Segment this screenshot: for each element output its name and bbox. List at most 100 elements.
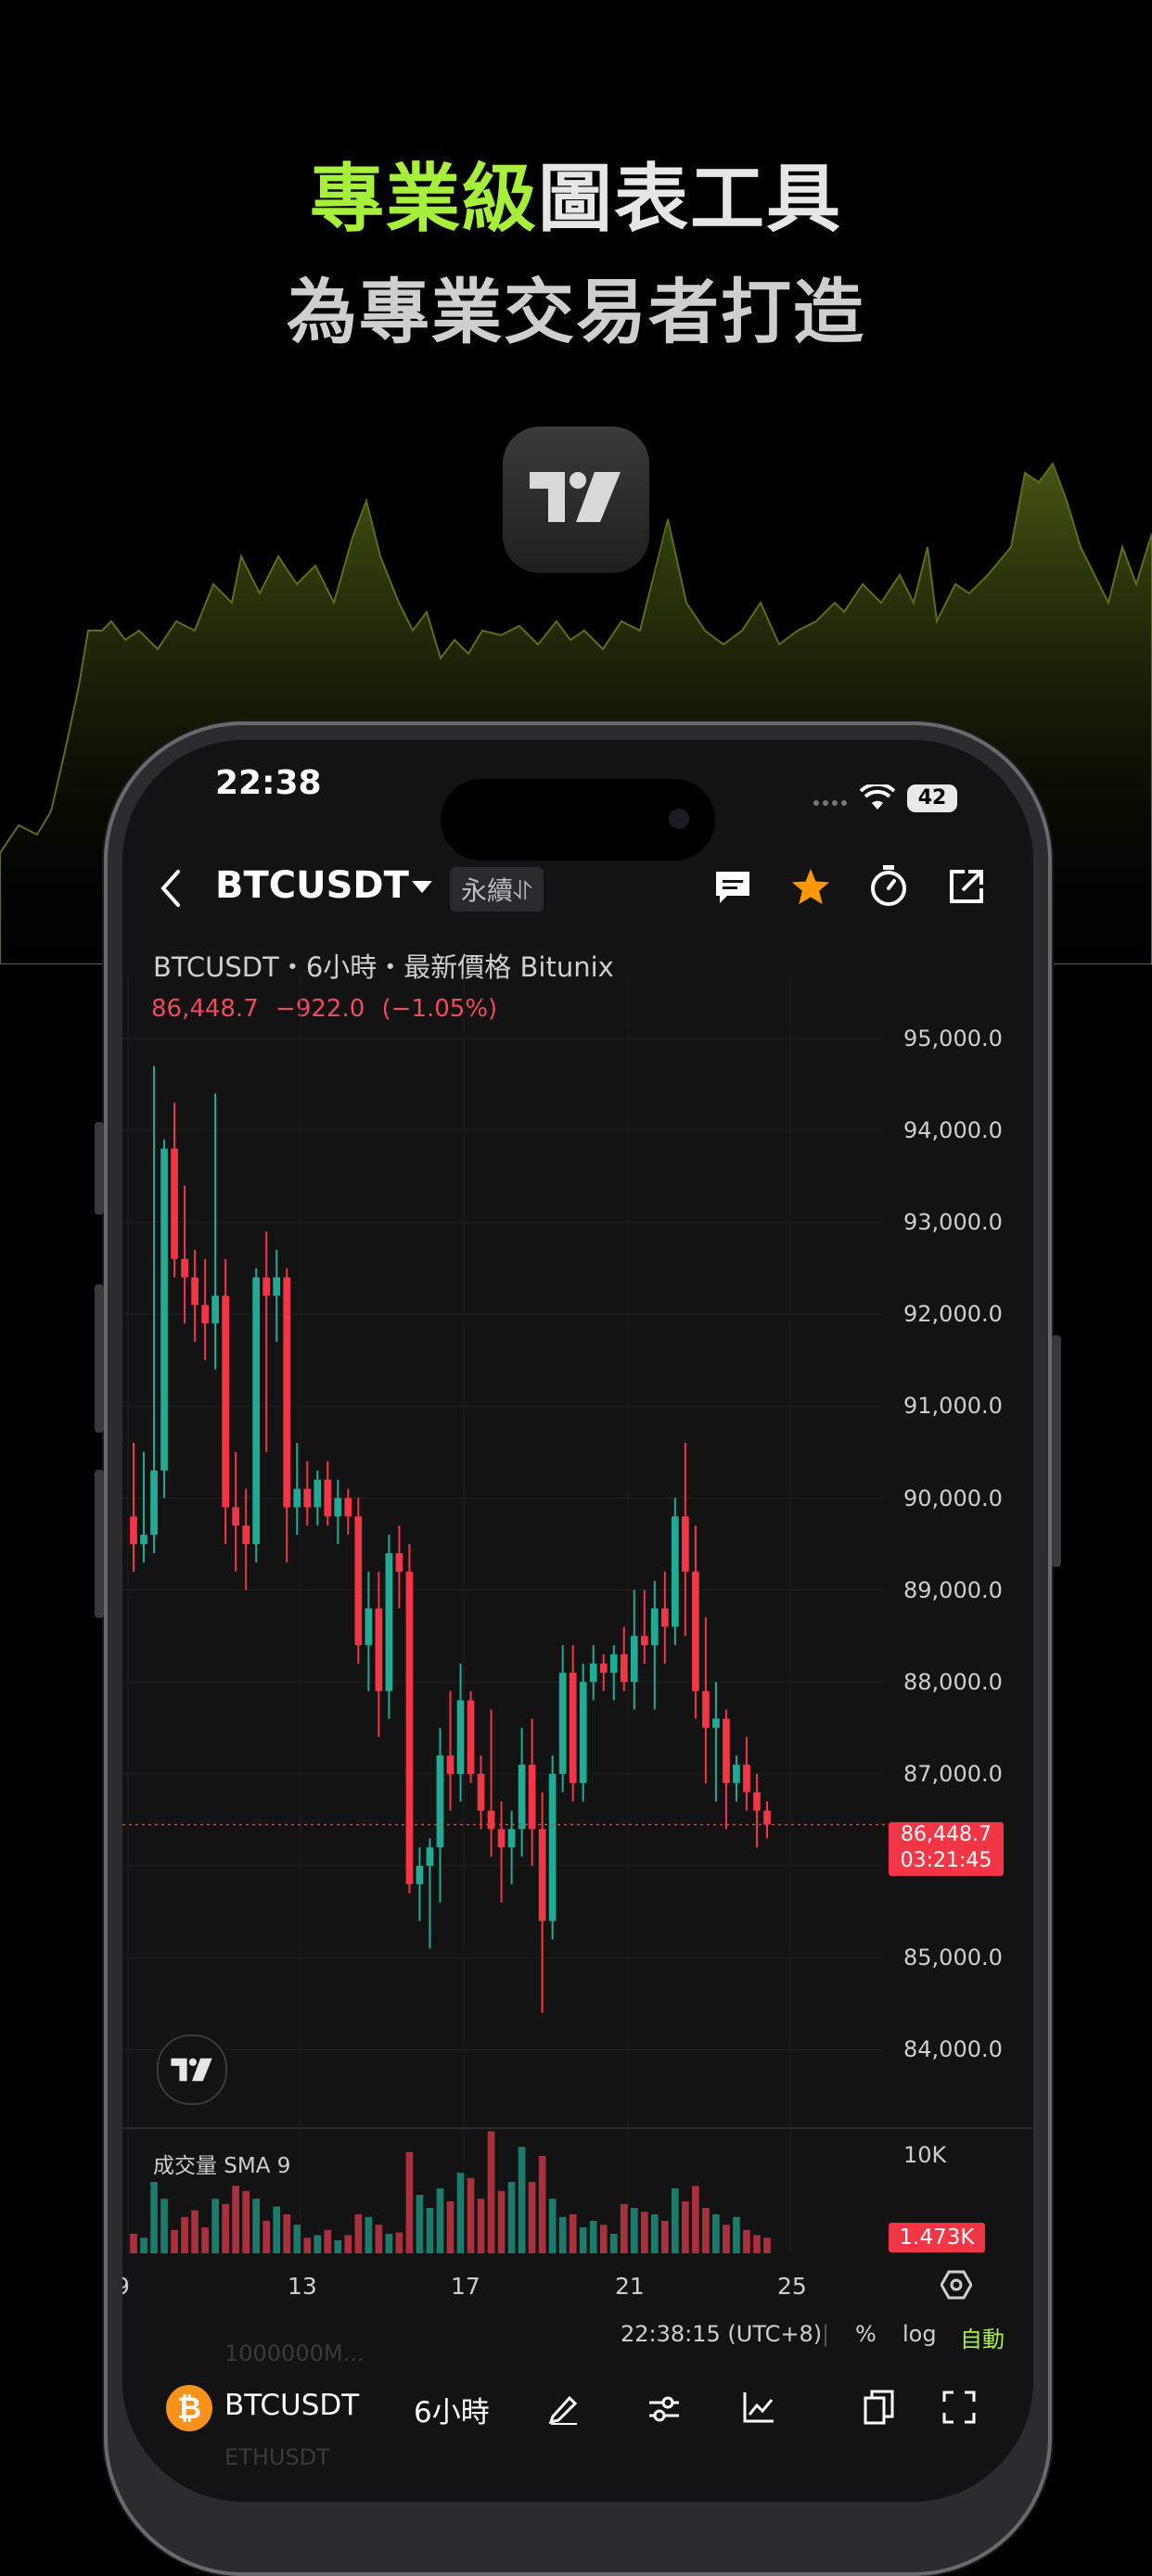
- last-price-tag-value: 86,448.7: [901, 1823, 992, 1846]
- candle-body: [191, 1277, 198, 1306]
- volume-bar: [477, 2199, 485, 2253]
- price-axis-label: 92,000.0: [903, 1301, 1003, 1328]
- candle-body: [354, 1516, 363, 1646]
- candle-body: [528, 1765, 536, 1830]
- volume-bar: [191, 2210, 198, 2253]
- volume-bar: [293, 2225, 301, 2253]
- volume-bar: [201, 2227, 209, 2253]
- candle-body: [558, 1672, 567, 1774]
- indicator-settings-icon[interactable]: [647, 2394, 681, 2424]
- time-axis-label: 25: [777, 2273, 807, 2300]
- candle-body: [130, 1516, 137, 1545]
- settings-icon[interactable]: [941, 2270, 972, 2300]
- volume-bar: [507, 2182, 516, 2253]
- price-axis-label: 88,000.0: [903, 1668, 1003, 1695]
- candle-body: [712, 1718, 720, 1728]
- volume-bar: [682, 2201, 689, 2253]
- candle-body: [620, 1654, 628, 1682]
- candle-body: [538, 1829, 546, 1921]
- candle-body: [283, 1277, 291, 1508]
- headline-accent: 專業級: [310, 156, 538, 242]
- volume-bar: [354, 2214, 363, 2253]
- price-axis-label: 90,000.0: [903, 1485, 1003, 1511]
- volume-bar: [702, 2208, 710, 2253]
- volume-bar: [712, 2214, 720, 2253]
- volume-bar: [487, 2131, 495, 2253]
- bottom-symbol[interactable]: BTCUSDT: [224, 2389, 359, 2422]
- volume-bar: [733, 2216, 740, 2253]
- candle-body: [671, 1516, 679, 1627]
- candle-body: [365, 1608, 373, 1646]
- fullscreen-icon[interactable]: [942, 2391, 976, 2424]
- candle-body: [262, 1277, 271, 1296]
- candle-body: [344, 1498, 352, 1517]
- candle-body: [160, 1148, 168, 1471]
- volume-bar: [211, 2199, 219, 2253]
- volume-bar: [334, 2240, 342, 2253]
- copy-layout-icon[interactable]: [863, 2389, 896, 2426]
- candle-body: [303, 1488, 312, 1508]
- volume-bar: [365, 2216, 373, 2253]
- chart-watermark-logo[interactable]: [157, 2034, 227, 2105]
- candle-body: [589, 1663, 597, 1682]
- volume-bar: [456, 2173, 465, 2253]
- last-price-tag: 86,448.7 03:21:45: [889, 1822, 1004, 1876]
- scale-log[interactable]: log: [902, 2321, 937, 2347]
- indicators-chart-icon[interactable]: [742, 2391, 775, 2424]
- candle-body: [743, 1765, 750, 1792]
- volume-bar: [640, 2212, 648, 2253]
- volume-bar: [620, 2203, 628, 2253]
- candle-body: [273, 1277, 281, 1296]
- volume-bar: [467, 2177, 475, 2253]
- volume-bar: [518, 2147, 526, 2253]
- volume-bar: [262, 2221, 271, 2253]
- time-readout: 22:38:15 (UTC+8): [621, 2321, 823, 2347]
- divider: |: [822, 2321, 830, 2347]
- volume-bar: [528, 2182, 536, 2253]
- candle-body: [682, 1516, 689, 1572]
- scale-percent[interactable]: %: [855, 2321, 877, 2347]
- headline-rest: 圖表工具: [538, 156, 842, 242]
- candle-body: [702, 1690, 710, 1728]
- volume-indicator-label[interactable]: 成交量 SMA 9: [153, 2148, 290, 2179]
- candle-body: [171, 1148, 178, 1259]
- scale-auto[interactable]: 自動: [960, 2321, 1005, 2353]
- volume-bar: [558, 2216, 567, 2253]
- volume-bar: [150, 2182, 158, 2253]
- candle-body: [599, 1663, 608, 1673]
- volume-bar: [599, 2225, 608, 2253]
- volume-bar: [140, 2238, 147, 2253]
- volume-bar: [609, 2234, 618, 2253]
- volume-up-button: [95, 1284, 104, 1433]
- volume-bar: [171, 2229, 178, 2253]
- candle-body: [753, 1792, 761, 1811]
- candle-body: [630, 1636, 638, 1682]
- volume-bar: [660, 2221, 669, 2253]
- candle-body: [650, 1608, 659, 1646]
- candle-body: [416, 1866, 424, 1884]
- time-axis-label: 13: [288, 2273, 317, 2300]
- interval-selector[interactable]: 6小時: [414, 2389, 490, 2430]
- candle-body: [497, 1829, 506, 1848]
- draw-pen-icon[interactable]: [547, 2392, 581, 2426]
- price-axis-label: 91,000.0: [903, 1393, 1003, 1420]
- volume-bar: [426, 2208, 434, 2253]
- volume-bar: [181, 2216, 188, 2253]
- price-axis-label: 95,000.0: [903, 1025, 1003, 1052]
- volume-bar: [579, 2227, 587, 2253]
- ghost-list-item-bottom: ETHUSDT: [224, 2444, 330, 2470]
- candle-body: [252, 1277, 261, 1545]
- volume-bar: [405, 2151, 414, 2253]
- volume-bar: [344, 2235, 352, 2253]
- candle-body: [324, 1479, 332, 1517]
- bitcoin-icon: ₿: [166, 2385, 212, 2431]
- volume-tag: 1.473K: [889, 2223, 985, 2252]
- promo-subheadline: 為專業交易者打造: [287, 271, 865, 353]
- candle-body: [518, 1765, 526, 1830]
- candle-body: [579, 1681, 587, 1783]
- candle-body: [150, 1470, 158, 1536]
- volume-bar: [589, 2221, 597, 2253]
- price-axis-label: 93,000.0: [903, 1209, 1003, 1236]
- volume-bar: [723, 2225, 730, 2253]
- candle-body: [733, 1765, 740, 1783]
